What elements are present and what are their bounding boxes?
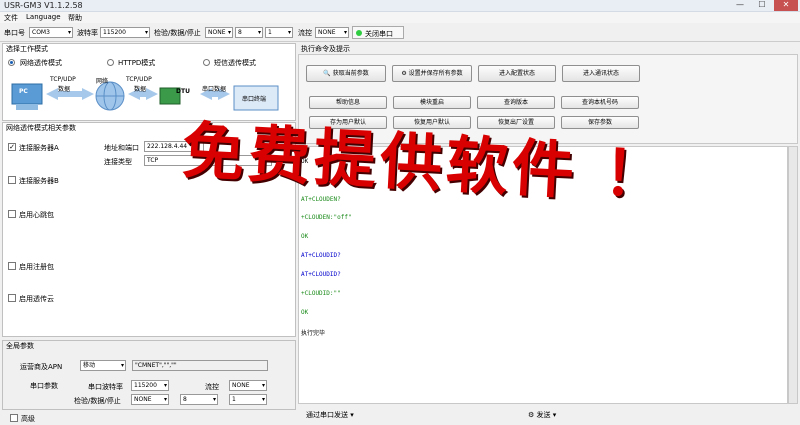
chevron-down-icon: ▾ <box>287 29 291 36</box>
server-b-checkbox[interactable] <box>8 176 16 184</box>
mode-label-net: 网络透传模式 <box>20 59 62 67</box>
query-version-button[interactable]: 查询版本 <box>477 96 555 109</box>
window-title: USR-GM3 V1.1.2.58 <box>4 1 83 10</box>
chevron-down-icon: ▾ <box>120 362 124 369</box>
stop-bits-select[interactable]: 1 ▾ <box>265 27 293 38</box>
chevron-down-icon: ▾ <box>261 382 265 389</box>
mode-radio-sms[interactable] <box>203 59 210 66</box>
apn-label: 运营商及APN <box>20 363 63 371</box>
port-label: 串口号 <box>4 29 25 37</box>
mode-radio-httpd[interactable] <box>107 59 114 66</box>
send-icon: ⚙ <box>528 411 535 419</box>
search-icon: 🔍 <box>323 70 331 77</box>
parity-select[interactable]: NONE ▾ <box>205 27 233 38</box>
serial-toolbar: 串口号 COM3 ▾ 波特率 115200 ▾ 检验/数据/停止 NONE ▾ 8 ▾ … <box>0 24 800 42</box>
cloud-checkbox[interactable] <box>8 294 16 302</box>
chevron-down-icon: ▾ <box>227 29 231 36</box>
net-params-title: 网络透传模式相关参数 <box>6 124 76 132</box>
query-number-button[interactable]: 查询本机号码 <box>561 96 639 109</box>
minimize-button[interactable]: — <box>730 0 750 11</box>
heartbeat-label: 启用心跳包 <box>19 211 54 219</box>
menu-bar: 文件 Language 帮助 <box>0 12 800 23</box>
log-line: +CLOUDEN:"off" <box>301 214 352 221</box>
send-button[interactable]: ⚙ 发送 ▾ <box>528 410 556 420</box>
port-status-icon <box>356 30 362 36</box>
conn-type-label: 连接类型 <box>104 158 132 166</box>
enter-config-button[interactable]: 进入配置状态 <box>478 65 556 82</box>
baud-label: 波特率 <box>77 29 98 37</box>
log-line: OK <box>301 233 309 240</box>
menu-file[interactable]: 文件 <box>4 13 18 23</box>
chevron-down-icon: ▾ <box>163 382 167 389</box>
mode-label-httpd: HTTPD模式 <box>118 59 156 67</box>
set-save-button[interactable]: ⚙ 设置并保存所有参数 <box>392 65 472 82</box>
server-a-label: 连接服务器A <box>19 144 59 152</box>
mode-label-sms: 短信透传模式 <box>214 59 256 67</box>
cloud-label: 启用透传云 <box>19 295 54 303</box>
serial-baud-select[interactable]: 115200 ▾ <box>131 380 169 391</box>
enter-comm-button[interactable]: 进入通讯状态 <box>562 65 640 82</box>
work-mode-title: 选择工作模式 <box>6 45 48 53</box>
server-a-checkbox[interactable]: ✓ <box>8 143 16 151</box>
serial-stop-select[interactable]: 1 ▾ <box>229 394 267 405</box>
serial-params-label: 串口参数 <box>30 382 58 390</box>
log-line: +CLOUDID:"" <box>301 290 341 297</box>
apn-value-input[interactable]: "CMNET","","" <box>132 360 268 371</box>
log-scrollbar[interactable] <box>788 146 798 404</box>
chevron-down-icon: ▾ <box>144 29 148 36</box>
flow-label: 流控 <box>298 29 312 37</box>
serial-flow-label: 流控 <box>205 383 219 391</box>
parity-label: 检验/数据/停止 <box>154 29 201 37</box>
log-line: OK <box>301 309 309 316</box>
serial-flow-select[interactable]: NONE ▾ <box>229 380 267 391</box>
chevron-down-icon: ▾ <box>67 29 71 36</box>
chevron-down-icon: ▾ <box>212 396 216 403</box>
close-window-button[interactable]: ✕ <box>774 0 798 11</box>
log-line: 执行完毕 <box>301 330 326 337</box>
register-label: 启用注册包 <box>19 263 54 271</box>
flow-select[interactable]: NONE ▾ <box>315 27 349 38</box>
chevron-down-icon: ▾ <box>343 29 347 36</box>
serial-data-select[interactable]: 8 ▾ <box>180 394 218 405</box>
log-line: AT+CLOUDID? <box>301 271 341 278</box>
chevron-down-icon: ▾ <box>552 411 557 419</box>
commands-title: 执行命令及提示 <box>301 45 350 53</box>
send-via-label[interactable]: 通过串口发送 ▾ <box>306 410 354 420</box>
global-params-title: 全局参数 <box>6 342 34 350</box>
log-line: AT+CLOUDID? <box>301 252 341 259</box>
heartbeat-checkbox[interactable] <box>8 210 16 218</box>
register-checkbox[interactable] <box>8 262 16 270</box>
chevron-down-icon: ▾ <box>163 396 167 403</box>
addr-port-label: 地址和端口 <box>104 144 139 152</box>
close-port-label: 关闭串口 <box>365 30 393 38</box>
advanced-checkbox[interactable] <box>10 414 18 422</box>
title-bar: USR-GM3 V1.1.2.58 — ☐ ✕ <box>0 0 800 12</box>
port-select[interactable]: COM3 ▾ <box>29 27 73 38</box>
mode-radio-net[interactable] <box>8 59 15 66</box>
server-b-label: 连接服务器B <box>19 177 59 185</box>
serial-parity-select[interactable]: NONE ▾ <box>131 394 169 405</box>
chevron-down-icon: ▾ <box>261 396 265 403</box>
baud-select[interactable]: 115200 ▾ <box>100 27 150 38</box>
menu-help[interactable]: 帮助 <box>68 13 82 23</box>
advanced-label: 高级 <box>21 415 35 423</box>
settings-icon: ⚙ <box>401 70 407 77</box>
close-port-button[interactable]: 关闭串口 <box>352 26 404 39</box>
chevron-down-icon: ▾ <box>350 411 354 419</box>
maximize-button[interactable]: ☐ <box>752 0 772 11</box>
get-params-button[interactable]: 🔍 获取当前参数 <box>306 65 386 82</box>
chevron-down-icon: ▾ <box>257 29 261 36</box>
data-bits-select[interactable]: 8 ▾ <box>235 27 263 38</box>
serial-parity-label: 检验/数据/停止 <box>74 397 121 405</box>
apn-operator-select[interactable]: 移动 ▾ <box>80 360 126 371</box>
serial-baud-label: 串口波特率 <box>88 383 123 391</box>
menu-language[interactable]: Language <box>26 13 61 21</box>
restart-button[interactable]: 模块重启 <box>393 96 471 109</box>
